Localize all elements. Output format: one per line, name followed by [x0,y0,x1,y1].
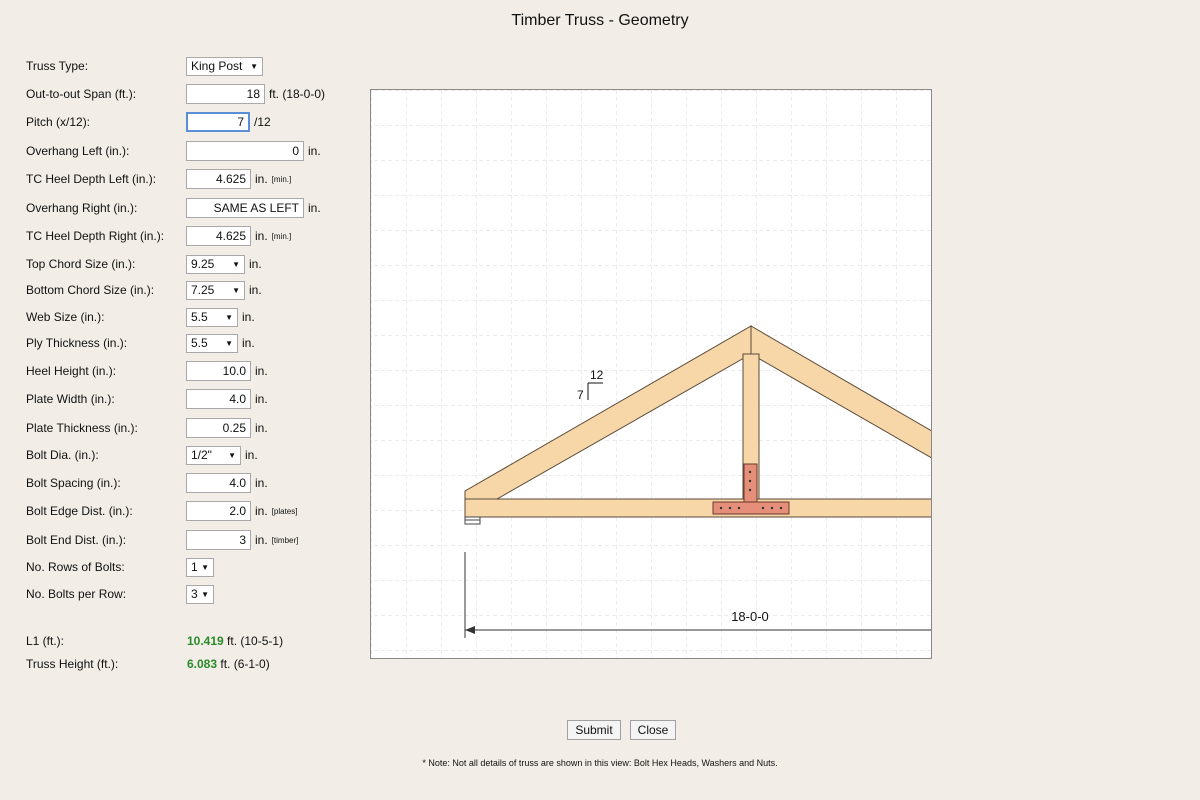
truss-drawing-svg: 12 7 6-1-0 18-0-0 [371,90,931,658]
bolt-end-label: Bolt End Dist. (in.): [26,533,127,547]
bolt-dia-label: Bolt Dia. (in.): [26,448,99,462]
l1-label: L1 (ft.): [26,634,65,648]
tc-heel-right-label: TC Heel Depth Right (in.): [26,229,165,243]
pitch-rise-label: 7 [577,388,584,402]
heel-height-input[interactable]: 10.0 [186,361,251,381]
plate-width-unit: in. [255,392,268,406]
dropdown-arrow-icon: ▼ [250,61,258,71]
bolt-end-unit: in. [255,533,268,547]
span-unit: ft. (18-0-0) [269,87,326,101]
pitch-run-label: 12 [590,368,604,382]
drawing-grid [371,90,931,658]
overhang-right-unit: in. [308,201,321,215]
footer-note: * Note: Not all details of truss are sho… [422,758,778,768]
bottom-chord [464,498,931,518]
bolt-dia-unit: in. [245,448,258,462]
pitch-unit: /12 [254,115,271,129]
bolt-edge-note: [plates] [271,506,298,516]
tc-heel-left-unit: in. [255,172,268,186]
truss-height-label: Truss Height (ft.): [26,657,119,671]
dropdown-arrow-icon: ▼ [232,285,240,295]
tc-heel-left-input[interactable]: 4.625 [186,169,251,189]
rows-bolts-select[interactable]: 1 ▼ [186,557,214,577]
truss-height-text: ft. (6-1-0) [220,657,270,671]
bolt-dia-select[interactable]: 1/2" ▼ [186,445,241,465]
page-title: Timber Truss - Geometry [511,12,689,29]
l1-text: ft. (10-5-1) [227,634,284,648]
top-chord-unit: in. [249,257,262,271]
bolts-per-row-select[interactable]: 3 ▼ [186,584,214,604]
dropdown-arrow-icon: ▼ [232,259,240,269]
steel-plate-horizontal [712,501,790,515]
bolt-spacing-label: Bolt Spacing (in.): [26,476,121,490]
top-chord-value: 9.25 [191,257,215,271]
bolts-per-row-value: 3 [191,587,198,601]
plate-width-input[interactable]: 4.0 [186,389,251,409]
plate-thickness-unit: in. [255,421,268,435]
overhang-left-unit: in. [308,144,321,158]
dropdown-arrow-icon: ▼ [201,562,209,572]
tc-heel-left-label: TC Heel Depth Left (in.): [26,172,157,186]
bolt-edge-input[interactable]: 2.0 [186,501,251,521]
submit-button[interactable]: Submit [567,720,621,740]
truss-height-value: 6.083 [187,657,218,671]
dropdown-arrow-icon: ▼ [201,589,209,599]
overhang-left-input[interactable]: 0 [186,141,304,161]
truss-type-select[interactable]: King Post ▼ [186,56,263,76]
dropdown-arrow-icon: ▼ [228,450,236,460]
web-size-label: Web Size (in.): [26,310,105,324]
bolt-dia-value: 1/2" [191,448,212,462]
tc-heel-right-note: [min.] [271,231,292,241]
bolt-edge-label: Bolt Edge Dist. (in.): [26,504,133,518]
ply-thickness-label: Ply Thickness (in.): [26,336,128,350]
ply-thickness-select[interactable]: 5.5 ▼ [186,333,238,353]
span-label: Out-to-out Span (ft.): [26,87,137,101]
span-dim-label: 18-0-0 [731,609,769,624]
web-size-unit: in. [242,310,255,324]
overhang-right-input[interactable]: SAME AS LEFT [186,198,304,218]
dropdown-arrow-icon: ▼ [225,312,233,322]
span-input[interactable]: 18 [186,84,265,104]
bolts-per-row-label: No. Bolts per Row: [26,587,127,601]
bottom-chord-label: Bottom Chord Size (in.): [26,283,155,297]
steel-plate-vertical [743,463,758,505]
overhang-right-label: Overhang Right (in.): [26,201,138,215]
bottom-chord-unit: in. [249,283,262,297]
bottom-chord-select[interactable]: 7.25 ▼ [186,280,245,300]
l1-value: 10.419 [187,634,224,648]
truss-type-value: King Post [191,59,243,73]
tc-heel-left-note: [min.] [271,174,292,184]
l1-result: 10.419 ft. (10-5-1) [187,634,283,648]
rows-bolts-value: 1 [191,560,198,574]
web-size-select[interactable]: 5.5 ▼ [186,307,238,327]
rows-bolts-label: No. Rows of Bolts: [26,560,125,574]
ply-thickness-value: 5.5 [191,336,208,350]
top-chord-label: Top Chord Size (in.): [26,257,136,271]
overhang-left-label: Overhang Left (in.): [26,144,130,158]
bolt-end-input[interactable]: 3 [186,530,251,550]
truss-height-result: 6.083 ft. (6-1-0) [187,657,270,671]
top-chord-select[interactable]: 9.25 ▼ [186,254,245,274]
heel-height-unit: in. [255,364,268,378]
pitch-label: Pitch (x/12): [26,115,91,129]
ply-thickness-unit: in. [242,336,255,350]
truss-drawing: 12 7 6-1-0 18-0-0 [370,89,932,659]
plate-width-label: Plate Width (in.): [26,392,115,406]
bolt-spacing-input[interactable]: 4.0 [186,473,251,493]
dropdown-arrow-icon: ▼ [225,338,233,348]
bolt-end-note: [timber] [271,535,299,545]
left-bearing [464,516,481,525]
tc-heel-right-unit: in. [255,229,268,243]
truss-type-label: Truss Type: [26,59,89,73]
heel-height-label: Heel Height (in.): [26,364,117,378]
plate-thickness-label: Plate Thickness (in.): [26,421,138,435]
bolt-spacing-unit: in. [255,476,268,490]
bottom-chord-value: 7.25 [191,283,215,297]
tc-heel-right-input[interactable]: 4.625 [186,226,251,246]
plate-thickness-input[interactable]: 0.25 [186,418,251,438]
bolt-edge-unit: in. [255,504,268,518]
web-size-value: 5.5 [191,310,208,324]
pitch-input[interactable]: 7 [186,112,250,132]
close-button[interactable]: Close [630,720,676,740]
